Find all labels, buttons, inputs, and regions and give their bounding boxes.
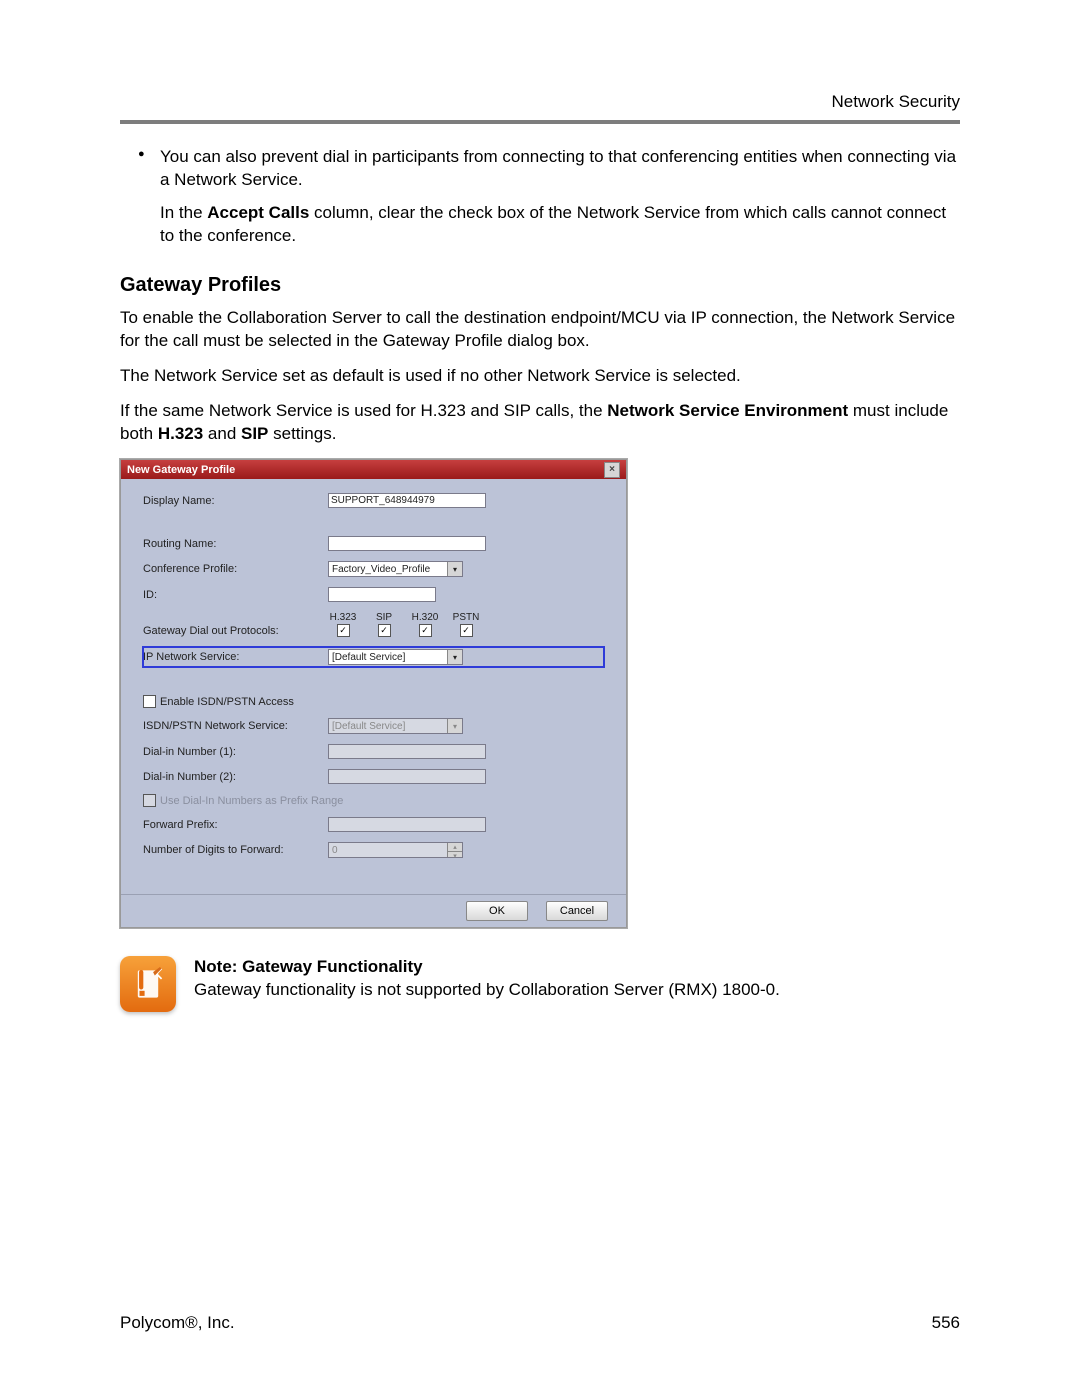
input-routing-name[interactable]	[328, 536, 486, 551]
dialog-title-text: New Gateway Profile	[127, 464, 235, 476]
checkbox-h323[interactable]: ✓	[337, 624, 350, 637]
footer-company: Polycom®, Inc.	[120, 1313, 235, 1333]
proto-col-pstn: PSTN	[451, 612, 481, 623]
spinner-buttons: ▴▾	[447, 843, 462, 857]
proto-col-h323: H.323	[328, 612, 358, 623]
para-3: If the same Network Service is used for …	[120, 400, 960, 446]
proto-col-sip: SIP	[369, 612, 399, 623]
select-ip-network-service[interactable]: [Default Service] ▾	[328, 649, 463, 665]
select-value: [Default Service]	[332, 721, 405, 732]
spinner-value: 0	[332, 845, 338, 856]
chevron-down-icon: ▾	[447, 719, 462, 733]
label-dialin-2: Dial-in Number (2):	[143, 771, 328, 783]
label-isdn-network-service: ISDN/PSTN Network Service:	[143, 720, 328, 732]
select-conference-profile[interactable]: Factory_Video_Profile ▾	[328, 561, 463, 577]
input-id[interactable]	[328, 587, 436, 602]
select-isdn-network-service: [Default Service] ▾	[328, 718, 463, 734]
txt-bold: H.323	[158, 424, 203, 443]
checkbox-h320[interactable]: ✓	[419, 624, 432, 637]
para-2: The Network Service set as default is us…	[120, 365, 960, 388]
txt-bold: SIP	[241, 424, 268, 443]
close-icon[interactable]: ×	[604, 462, 620, 478]
header-divider	[120, 120, 960, 124]
label-id: ID:	[143, 589, 328, 601]
chevron-down-icon: ▾	[447, 562, 462, 576]
txt: If the same Network Service is used for …	[120, 401, 607, 420]
chevron-down-icon: ▾	[447, 650, 462, 664]
label-enable-isdn: Enable ISDN/PSTN Access	[160, 696, 294, 708]
heading-gateway-profiles: Gateway Profiles	[120, 274, 960, 297]
select-value: [Default Service]	[332, 652, 405, 663]
footer-page-number: 556	[932, 1313, 960, 1333]
label-dialin-1: Dial-in Number (1):	[143, 746, 328, 758]
checkbox-pstn[interactable]: ✓	[460, 624, 473, 637]
para-1: To enable the Collaboration Server to ca…	[120, 307, 960, 353]
page-header-section: Network Security	[832, 92, 960, 112]
ok-button[interactable]: OK	[466, 901, 528, 921]
dialog-titlebar[interactable]: New Gateway Profile ×	[121, 460, 626, 479]
checkbox-use-prefix-range	[143, 794, 156, 807]
note-title: Note: Gateway Functionality	[194, 956, 960, 979]
label-ip-network-service: IP Network Service:	[143, 651, 328, 663]
input-dialin-1	[328, 744, 486, 759]
proto-col-h320: H.320	[410, 612, 440, 623]
cancel-button[interactable]: Cancel	[546, 901, 608, 921]
note-body-text: Gateway functionality is not supported b…	[194, 979, 960, 1002]
label-forward-prefix: Forward Prefix:	[143, 819, 328, 831]
label-use-prefix-range: Use Dial-In Numbers as Prefix Range	[160, 795, 343, 807]
checkbox-enable-isdn[interactable]	[143, 695, 156, 708]
txt: In the	[160, 203, 207, 222]
txt: settings.	[268, 424, 336, 443]
txt-bold: Network Service Environment	[607, 401, 848, 420]
checkbox-sip[interactable]: ✓	[378, 624, 391, 637]
select-value: Factory_Video_Profile	[332, 564, 430, 575]
bullet-1-continuation: In the Accept Calls column, clear the ch…	[160, 202, 960, 248]
label-display-name: Display Name:	[143, 495, 328, 507]
txt: and	[203, 424, 241, 443]
input-dialin-2	[328, 769, 486, 784]
txt-bold: Accept Calls	[207, 203, 309, 222]
input-display-name[interactable]: SUPPORT_648944979	[328, 493, 486, 508]
bullet-1-text: You can also prevent dial in participant…	[160, 146, 960, 192]
label-digits-forward: Number of Digits to Forward:	[143, 844, 328, 856]
note-icon	[120, 956, 176, 1012]
dialog-new-gateway-profile: New Gateway Profile × Display Name: SUPP…	[120, 459, 627, 928]
label-gateway-dialout-protocols: Gateway Dial out Protocols:	[143, 625, 328, 637]
label-routing-name: Routing Name:	[143, 538, 328, 550]
input-forward-prefix	[328, 817, 486, 832]
spinner-digits-forward: 0 ▴▾	[328, 842, 463, 858]
label-conference-profile: Conference Profile:	[143, 563, 328, 575]
